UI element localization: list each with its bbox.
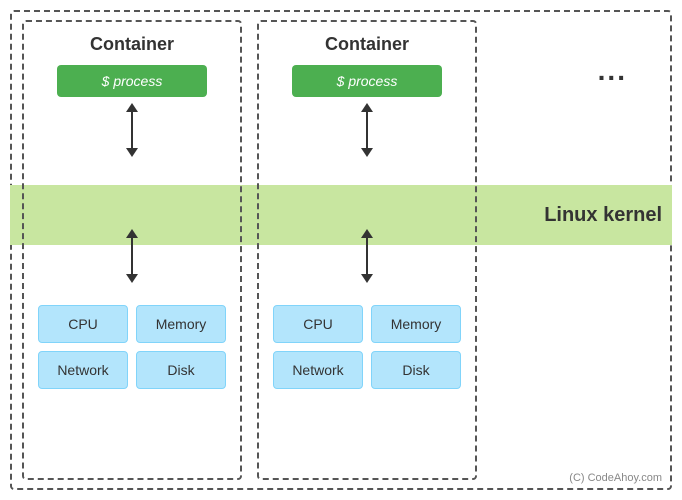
kernel-spacer-2: [259, 163, 475, 223]
container-1-resources: CPU Memory Network Disk: [24, 297, 240, 397]
container-1-arrow-top: [126, 103, 138, 157]
container-1-arrow-bottom: [24, 223, 240, 289]
ellipsis-indicator: ...: [598, 55, 627, 87]
container-2-inner: $ process: [259, 65, 475, 163]
container-2-arrow-bottom: [259, 223, 475, 289]
arrow-tip-down-2: [126, 274, 138, 283]
arrow-tip-up: [126, 103, 138, 112]
container-2-resources: CPU Memory Network Disk: [259, 297, 475, 397]
arrow-tip-down: [126, 148, 138, 157]
copyright: (C) CodeAhoy.com: [569, 472, 662, 484]
arrow-tip-down-4: [361, 274, 373, 283]
container-2-title: Container: [259, 22, 475, 55]
container-1-title: Container: [24, 22, 240, 55]
resource-memory-2: Memory: [371, 305, 461, 343]
arrow-stem-3: [366, 112, 368, 148]
resource-memory-1: Memory: [136, 305, 226, 343]
container-2-process: $ process: [292, 65, 442, 97]
resource-disk-1: Disk: [136, 351, 226, 389]
container-2-arrow-top: [361, 103, 373, 157]
kernel-label: Linux kernel: [544, 185, 662, 245]
arrow-tip-up-2: [126, 229, 138, 238]
container-1-process: $ process: [57, 65, 207, 97]
arrow-stem-4: [366, 238, 368, 274]
resource-cpu-1: CPU: [38, 305, 128, 343]
kernel-spacer-1: [24, 163, 240, 223]
resource-disk-2: Disk: [371, 351, 461, 389]
arrow-tip-up-3: [361, 103, 373, 112]
arrow-stem-2: [131, 238, 133, 274]
resource-network-1: Network: [38, 351, 128, 389]
arrow-tip-up-4: [361, 229, 373, 238]
container-box-1: Container $ process CPU Memory Network D…: [22, 20, 242, 480]
resource-cpu-2: CPU: [273, 305, 363, 343]
kernel-label-text: Linux kernel: [544, 204, 662, 227]
container-box-2: Container $ process CPU Memory Network D…: [257, 20, 477, 480]
arrow-stem: [131, 112, 133, 148]
container-1-inner: $ process: [24, 65, 240, 163]
resource-network-2: Network: [273, 351, 363, 389]
arrow-tip-down-3: [361, 148, 373, 157]
